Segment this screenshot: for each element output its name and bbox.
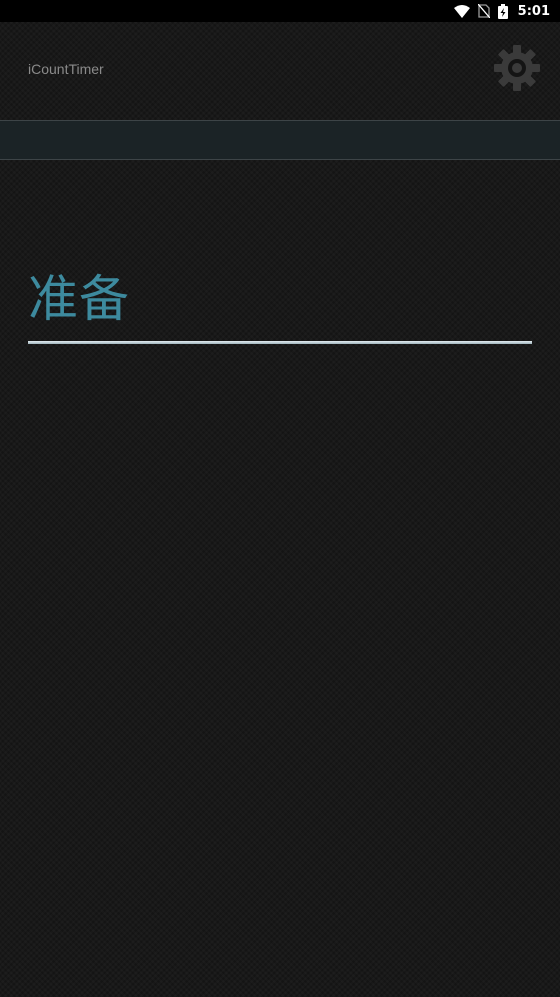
title-bar: iCountTimer bbox=[0, 22, 560, 120]
no-sim-icon bbox=[477, 4, 490, 18]
gear-icon bbox=[494, 45, 540, 91]
status-bar: 5:01 bbox=[0, 0, 560, 22]
label-underline bbox=[28, 341, 532, 344]
status-label: 准备 bbox=[28, 270, 130, 328]
wifi-icon bbox=[453, 4, 470, 18]
app-title: iCountTimer bbox=[28, 61, 104, 77]
app-screen: iCountTimer 准备 bbox=[0, 22, 560, 997]
battery-charging-icon bbox=[497, 3, 508, 19]
tab-strip bbox=[0, 120, 560, 160]
status-time: 5:01 bbox=[517, 3, 550, 19]
settings-button[interactable] bbox=[492, 43, 542, 93]
